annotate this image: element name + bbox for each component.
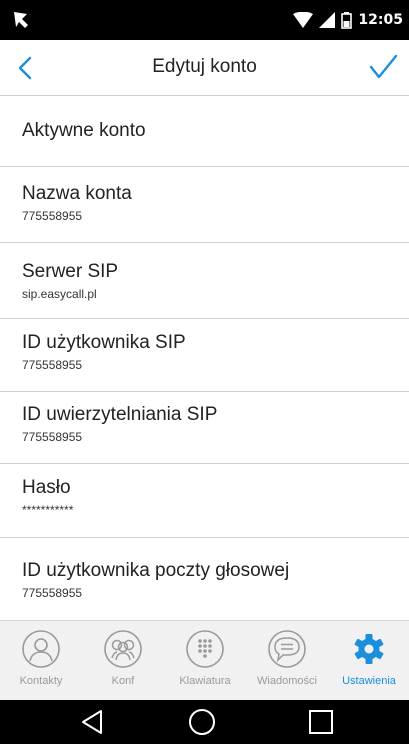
wifi-icon	[293, 12, 314, 28]
setting-value: 775558955	[22, 586, 83, 600]
setting-account-name[interactable]: Nazwa konta 775558955	[0, 167, 409, 243]
setting-value: sip.easycall.pl	[22, 287, 97, 301]
setting-title: Hasło	[22, 477, 71, 498]
setting-password[interactable]: Hasło ***********	[0, 464, 409, 538]
setting-sip-auth-id[interactable]: ID uwierzytelniania SIP 775558955	[0, 392, 409, 464]
page-title: Edytuj konto	[152, 56, 257, 77]
nav-contacts[interactable]: Kontakty	[0, 621, 82, 701]
nav-label: Wiadomości	[257, 675, 317, 687]
battery-icon	[341, 11, 353, 29]
nav-settings[interactable]: Ustawienia	[328, 621, 409, 701]
keypad-icon	[186, 630, 224, 668]
nav-messages[interactable]: Wiadomości	[246, 621, 328, 701]
nav-keypad[interactable]: Klawiatura	[164, 621, 246, 701]
setting-value: 775558955	[22, 358, 83, 372]
setting-sip-server[interactable]: Serwer SIP sip.easycall.pl	[0, 243, 409, 319]
confirm-check-icon[interactable]	[367, 52, 399, 84]
nav-label: Klawiatura	[179, 675, 231, 687]
setting-title: Nazwa konta	[22, 183, 132, 204]
setting-value: ***********	[22, 503, 74, 517]
setting-title: ID użytkownika SIP	[22, 332, 186, 353]
setting-title: ID użytkownika poczty głosowej	[22, 560, 290, 581]
conference-icon	[104, 630, 142, 668]
setting-value: 775558955	[22, 430, 83, 444]
contacts-icon	[22, 630, 60, 668]
setting-active-account[interactable]: Aktywne konto	[0, 96, 409, 167]
setting-title: Aktywne konto	[22, 120, 146, 141]
setting-title: Serwer SIP	[22, 261, 119, 282]
signal-icon	[319, 12, 336, 28]
messages-icon	[268, 630, 306, 668]
status-bar: 12:05	[0, 0, 409, 40]
bottom-nav: Kontakty Konf Klawiatura Wiadomości Usta…	[0, 620, 409, 700]
settings-gear-icon	[354, 634, 384, 664]
nav-label: Kontakty	[19, 675, 63, 687]
setting-sip-user-id[interactable]: ID użytkownika SIP 775558955	[0, 319, 409, 392]
header-bar: Edytuj konto	[0, 40, 409, 96]
nav-conference[interactable]: Konf	[82, 621, 164, 701]
nav-label: Ustawienia	[342, 675, 396, 687]
system-nav-bar	[0, 700, 409, 744]
nav-label: Konf	[111, 675, 135, 687]
setting-voicemail-user-id[interactable]: ID użytkownika poczty głosowej 775558955	[0, 538, 409, 620]
setting-value: 775558955	[22, 209, 83, 223]
status-time: 12:05	[358, 12, 403, 28]
recents-square-icon[interactable]	[306, 707, 336, 737]
setting-title: ID uwierzytelniania SIP	[22, 404, 218, 425]
back-triangle-icon[interactable]	[77, 707, 107, 737]
app-notification-icon	[14, 12, 28, 28]
home-circle-icon[interactable]	[187, 707, 217, 737]
